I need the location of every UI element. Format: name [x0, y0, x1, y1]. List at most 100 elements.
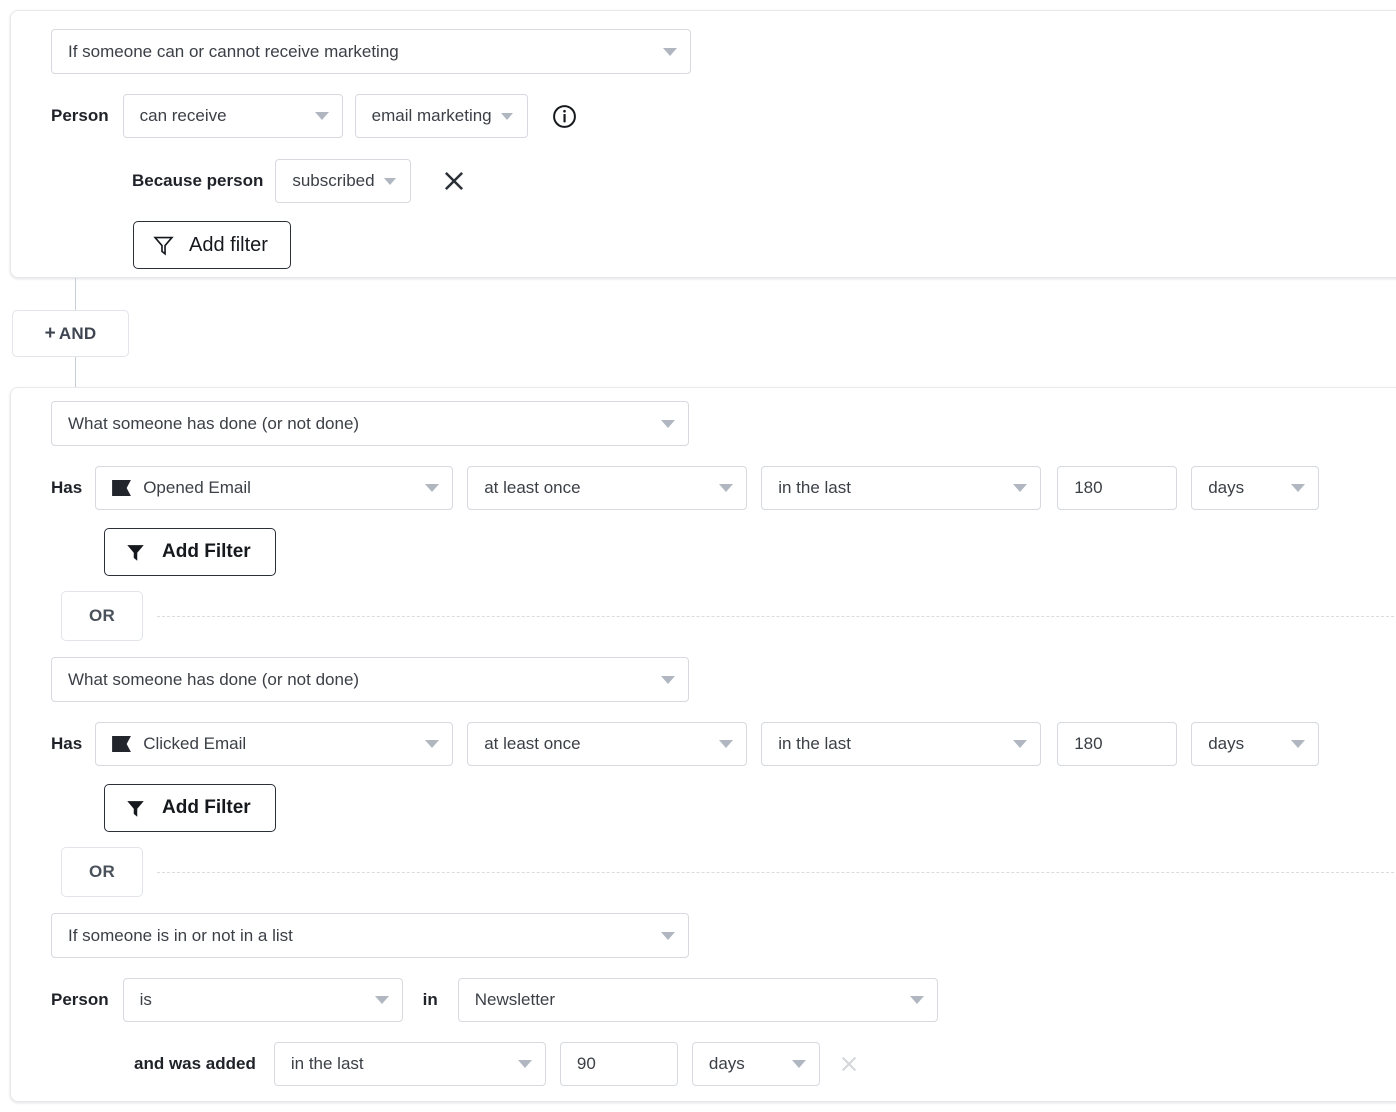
timeframe-select-2-value: in the last — [778, 734, 851, 754]
metric-select-2[interactable]: Clicked Email — [95, 722, 453, 766]
condition-type-select-1[interactable]: If someone can or cannot receive marketi… — [51, 29, 691, 74]
frequency-select-1-value: at least once — [484, 478, 580, 498]
timeframe-unit-select-1[interactable]: days — [1191, 466, 1319, 510]
metric-select-1[interactable]: Opened Email — [95, 466, 453, 510]
chevron-down-icon — [518, 1060, 532, 1068]
timeframe-amount-input-2[interactable]: 180 — [1057, 722, 1177, 766]
timeframe-amount-1-value: 180 — [1074, 478, 1102, 498]
block1-has-row: Has Opened Email at least once in the la… — [51, 466, 1319, 510]
timeframe-amount-2-value: 180 — [1074, 734, 1102, 754]
chevron-down-icon — [663, 48, 677, 56]
chevron-down-icon — [792, 1060, 806, 1068]
or-divider-line-2 — [157, 872, 1396, 873]
chevron-down-icon — [425, 484, 439, 492]
added-timeframe-select[interactable]: in the last — [274, 1042, 546, 1086]
add-filter-button-2-label: Add Filter — [162, 541, 251, 563]
timeframe-unit-2-value: days — [1208, 734, 1244, 754]
timeframe-select-1-value: in the last — [778, 478, 851, 498]
added-timeframe-value: in the last — [291, 1054, 364, 1074]
block1-type-row: What someone has done (or not done) — [51, 401, 689, 446]
condition-type-select-3[interactable]: What someone has done (or not done) — [51, 657, 689, 702]
added-amount-input[interactable]: 90 — [560, 1042, 678, 1086]
condition-card-1: If someone can or cannot receive marketi… — [10, 10, 1396, 278]
or-divider-line-1 — [157, 616, 1396, 617]
block3-added-row: and was added in the last 90 days — [134, 1042, 860, 1086]
block2-type-row: What someone has done (or not done) — [51, 657, 689, 702]
chevron-down-icon — [910, 996, 924, 1004]
condition-type-select-4[interactable]: If someone is in or not in a list — [51, 913, 689, 958]
block3-person-row: Person is in Newsletter — [51, 978, 938, 1022]
or-button-1-label: OR — [89, 606, 115, 626]
chevron-down-icon — [1291, 740, 1305, 748]
timeframe-select-2[interactable]: in the last — [761, 722, 1041, 766]
or-button-2[interactable]: OR — [61, 847, 143, 897]
condition-type-select-2[interactable]: What someone has done (or not done) — [51, 401, 689, 446]
connector-line-bottom — [75, 357, 76, 387]
chevron-down-icon — [425, 740, 439, 748]
or-button-2-label: OR — [89, 862, 115, 882]
funnel-icon — [125, 542, 146, 563]
chevron-down-icon — [501, 113, 513, 120]
chevron-down-icon — [1013, 740, 1027, 748]
add-and-group-button-label: AND — [59, 324, 96, 344]
or-divider-1: OR — [61, 591, 1396, 641]
frequency-select-2-value: at least once — [484, 734, 580, 754]
frequency-select-2[interactable]: at least once — [467, 722, 747, 766]
chevron-down-icon — [384, 178, 396, 185]
added-amount-value: 90 — [577, 1054, 596, 1074]
chevron-down-icon — [661, 420, 675, 428]
timeframe-unit-select-2[interactable]: days — [1191, 722, 1319, 766]
connector-line-top — [75, 278, 76, 310]
funnel-icon — [152, 233, 175, 257]
because-reason-select[interactable]: subscribed — [275, 159, 410, 203]
add-filter-button-3-label: Add Filter — [162, 797, 251, 819]
marketing-channel-select[interactable]: email marketing — [355, 94, 528, 138]
person-label-2: Person — [51, 990, 109, 1010]
flag-icon — [112, 480, 131, 496]
block3-type-row: If someone is in or not in a list — [51, 913, 689, 958]
or-button-1[interactable]: OR — [61, 591, 143, 641]
or-divider-2: OR — [61, 847, 1396, 897]
person-operator-select[interactable]: can receive — [123, 94, 343, 138]
add-filter-button-2[interactable]: Add Filter — [104, 528, 276, 576]
chevron-down-icon — [375, 996, 389, 1004]
card1-because-row: Because person subscribed — [132, 159, 467, 203]
add-filter-button-1-label: Add filter — [189, 234, 268, 257]
card1-person-row: Person can receive email marketing — [51, 94, 577, 138]
list-name-value: Newsletter — [475, 990, 555, 1010]
block1-addfilter-row: Add Filter — [104, 528, 276, 576]
condition-type-select-4-value: If someone is in or not in a list — [68, 926, 293, 946]
metric-select-2-value: Clicked Email — [143, 734, 246, 754]
chevron-down-icon — [661, 676, 675, 684]
because-person-label: Because person — [132, 171, 263, 191]
add-filter-button-1[interactable]: Add filter — [133, 221, 291, 269]
chevron-down-icon — [719, 484, 733, 492]
because-reason-value: subscribed — [292, 171, 374, 191]
info-icon[interactable] — [552, 104, 577, 129]
block2-addfilter-row: Add Filter — [104, 784, 276, 832]
condition-type-select-2-value: What someone has done (or not done) — [68, 414, 359, 434]
condition-card-2: What someone has done (or not done) Has … — [10, 387, 1396, 1102]
block2-has-row: Has Clicked Email at least once in the l… — [51, 722, 1319, 766]
added-unit-select[interactable]: days — [692, 1042, 820, 1086]
frequency-select-1[interactable]: at least once — [467, 466, 747, 510]
remove-condition-button-2[interactable] — [838, 1053, 860, 1075]
timeframe-amount-input-1[interactable]: 180 — [1057, 466, 1177, 510]
segment-builder-root: If someone can or cannot receive marketi… — [0, 0, 1396, 1112]
add-and-group-button[interactable]: + AND — [12, 310, 129, 357]
has-label-1: Has — [51, 478, 82, 498]
chevron-down-icon — [1291, 484, 1305, 492]
person-label: Person — [51, 106, 109, 126]
person-operator-value: can receive — [140, 106, 227, 126]
marketing-channel-value: email marketing — [372, 106, 492, 126]
chevron-down-icon — [661, 932, 675, 940]
condition-type-select-3-value: What someone has done (or not done) — [68, 670, 359, 690]
timeframe-select-1[interactable]: in the last — [761, 466, 1041, 510]
chevron-down-icon — [719, 740, 733, 748]
condition-type-select-1-value: If someone can or cannot receive marketi… — [68, 42, 399, 62]
remove-condition-button-1[interactable] — [441, 168, 467, 194]
list-name-select[interactable]: Newsletter — [458, 978, 938, 1022]
add-filter-button-3[interactable]: Add Filter — [104, 784, 276, 832]
list-operator-select[interactable]: is — [123, 978, 403, 1022]
card1-addfilter-row: Add filter — [133, 221, 291, 269]
